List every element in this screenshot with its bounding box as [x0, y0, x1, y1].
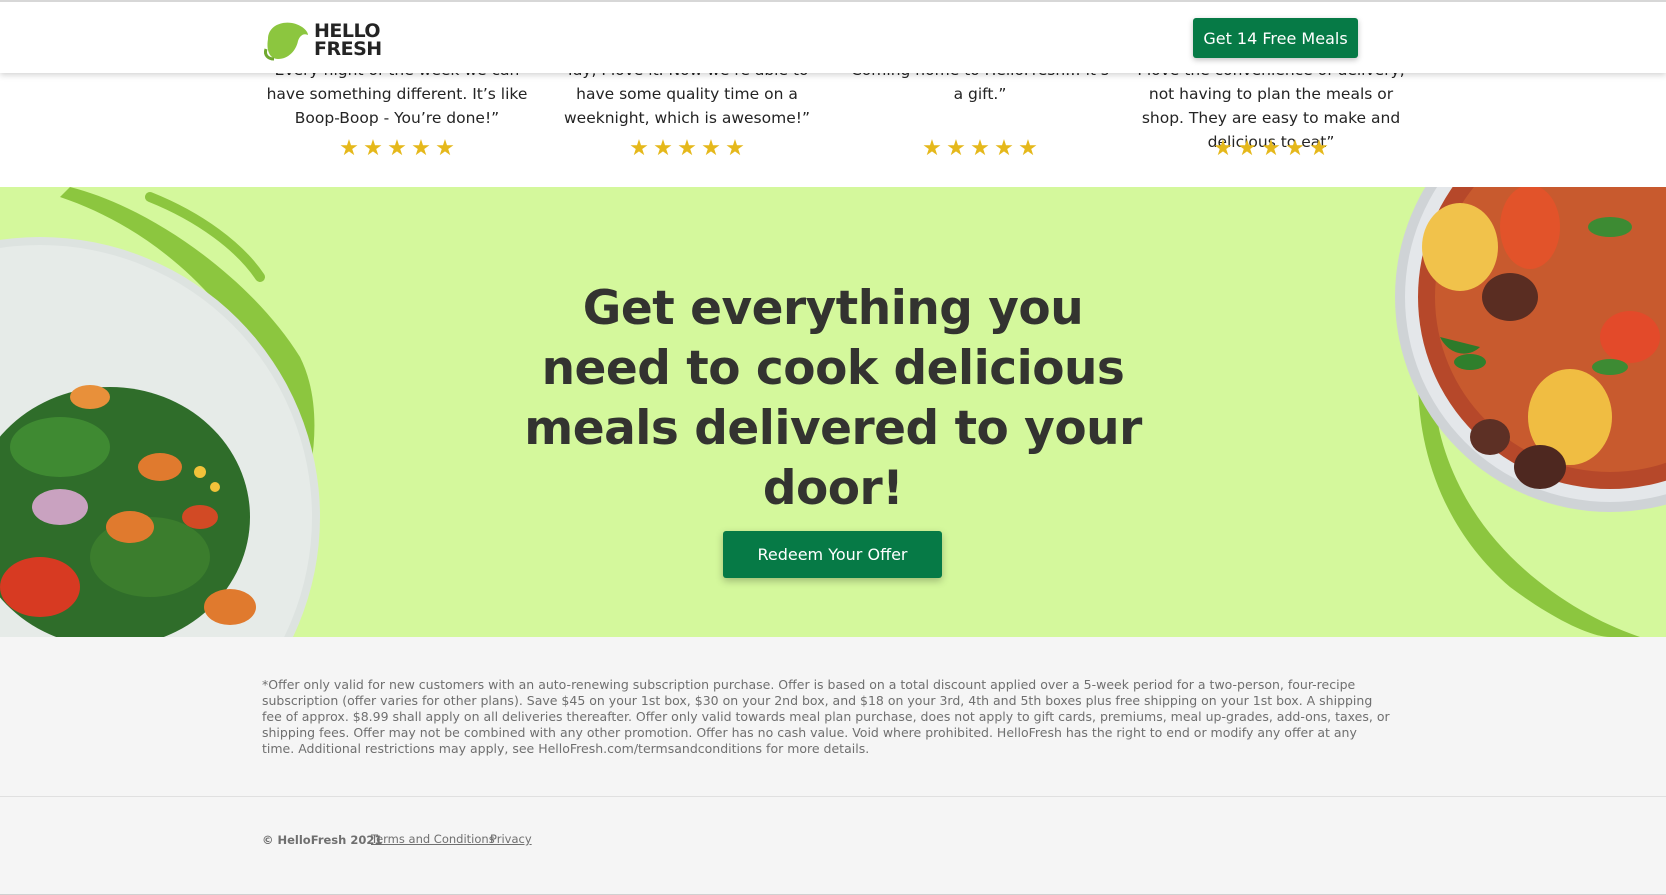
star-icon: ★ [363, 135, 383, 160]
star-icon: ★ [629, 135, 649, 160]
star-icon: ★ [339, 135, 359, 160]
star-icon: ★ [1285, 135, 1305, 160]
hero-section: Get everything you need to cook deliciou… [0, 187, 1666, 637]
star-icon: ★ [946, 135, 966, 160]
redeem-offer-button[interactable]: Redeem Your Offer [723, 531, 942, 578]
star-icon: ★ [677, 135, 697, 160]
star-icon: ★ [994, 135, 1014, 160]
terms-link[interactable]: Terms and Conditions [371, 832, 495, 846]
privacy-link[interactable]: Privacy [490, 832, 532, 846]
star-icon: ★ [653, 135, 673, 160]
star-icon: ★ [1309, 135, 1329, 160]
star-icon: ★ [701, 135, 721, 160]
star-icon: ★ [922, 135, 942, 160]
rating-stars: ★ ★ ★ ★ ★ [1136, 135, 1406, 160]
star-icon: ★ [411, 135, 431, 160]
logo-line-2: FRESH [314, 38, 382, 60]
site-header: HELLO FRESH Get 14 Free Meals [0, 0, 1666, 73]
salad-plate-image [0, 187, 320, 637]
rating-stars: ★ ★ ★ ★ ★ [552, 135, 822, 160]
hero-headline: Get everything you need to cook deliciou… [524, 281, 1142, 516]
rating-stars: ★ ★ ★ ★ ★ [845, 135, 1115, 160]
star-icon: ★ [1213, 135, 1233, 160]
lime-logo-icon [264, 22, 308, 61]
star-icon: ★ [1237, 135, 1257, 160]
disclaimer-text: *Offer only valid for new customers with… [262, 677, 1390, 756]
offer-disclaimer: *Offer only valid for new customers with… [0, 637, 1666, 797]
star-icon: ★ [725, 135, 745, 160]
star-icon: ★ [1261, 135, 1281, 160]
star-icon: ★ [970, 135, 990, 160]
stew-bowl-image [1395, 187, 1666, 637]
site-footer: © HelloFresh 2021 Terms and Conditions P… [0, 797, 1666, 895]
star-icon: ★ [1018, 135, 1038, 160]
rating-stars: ★ ★ ★ ★ ★ [262, 135, 532, 160]
get-free-meals-button[interactable]: Get 14 Free Meals [1193, 18, 1358, 58]
star-icon: ★ [387, 135, 407, 160]
star-icon: ★ [435, 135, 455, 160]
logo-wordmark: HELLO FRESH [314, 22, 382, 60]
hellofresh-logo[interactable]: HELLO FRESH [262, 18, 392, 62]
copyright-text: © HelloFresh 2021 [262, 833, 383, 847]
